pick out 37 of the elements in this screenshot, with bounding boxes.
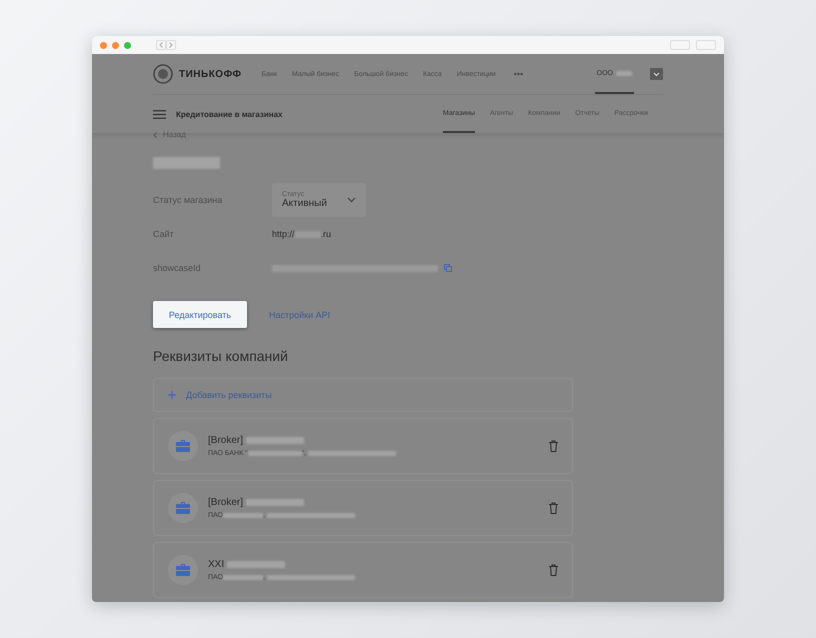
field-label: Статус магазина [153,195,224,205]
chevron-left-icon [153,132,157,138]
trash-icon [549,502,558,514]
chevron-down-icon [347,197,356,203]
section-title: Кредитование в магазинах [176,108,283,121]
edit-button[interactable]: Редактировать [153,301,247,328]
briefcase-icon [176,564,190,576]
site-url: http:// .ru [272,229,332,239]
logo-text: ТИНЬКОФФ [179,68,242,80]
redacted-title [153,157,220,169]
menu-icon[interactable] [153,110,166,118]
add-details-card[interactable]: Добавить реквизиты [153,378,573,412]
more-menu[interactable]: ••• [514,54,524,94]
company-name: [Broker] [208,435,396,446]
company-name: XXI [208,559,355,570]
field-label: showcaseId [153,263,202,273]
add-details-link[interactable]: Добавить реквизиты [186,390,272,400]
maximize-dot[interactable] [124,42,131,48]
minimize-dot[interactable] [112,42,119,48]
copy-icon[interactable] [444,264,452,272]
field-label: Сайт [153,229,175,239]
section-heading: Реквизиты компаний [153,348,289,364]
dropdown-icon[interactable] [650,68,663,80]
delete-button[interactable] [549,440,558,452]
emblem-logo-icon [153,64,173,84]
api-settings-link[interactable]: Настройки API [269,310,330,320]
close-dot[interactable] [100,42,107,48]
trash-icon [549,564,558,576]
back-arrow-icon[interactable] [156,40,166,50]
forward-arrow-icon[interactable] [166,40,176,50]
delete-button[interactable] [549,502,558,514]
plus-icon [168,391,176,399]
company-name: [Broker] [208,497,355,508]
briefcase-icon [176,440,190,452]
briefcase-icon [176,502,190,514]
trash-icon [549,440,558,452]
delete-button[interactable] [549,564,558,576]
